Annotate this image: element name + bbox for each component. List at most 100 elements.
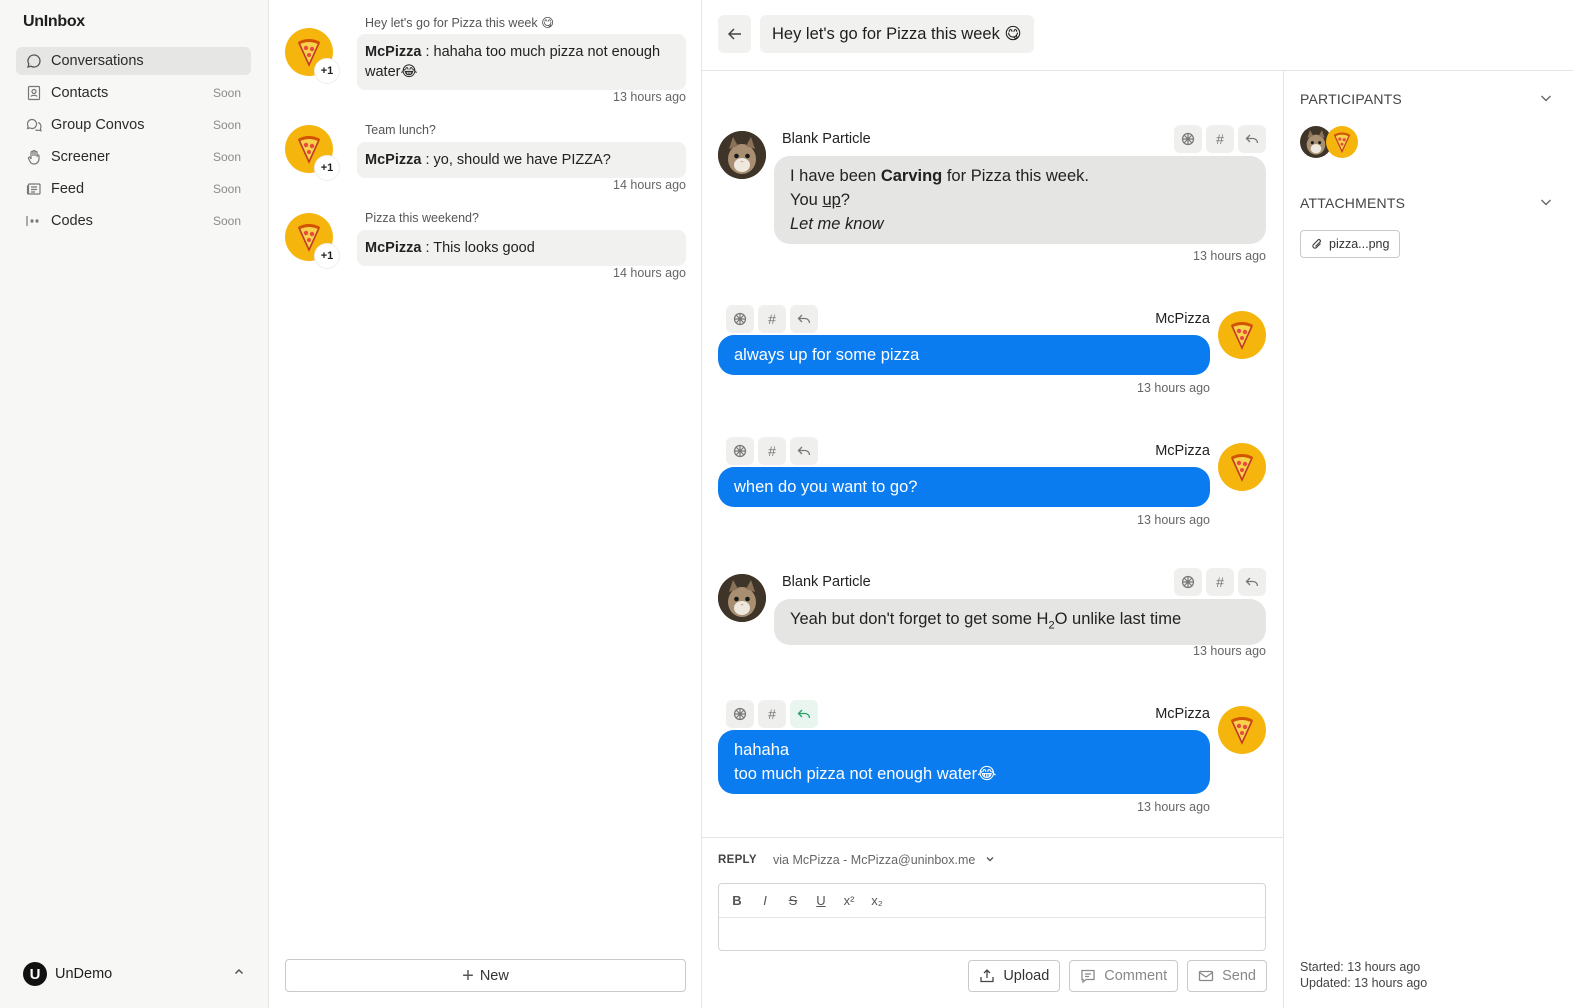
comment-label: Comment <box>1104 968 1168 984</box>
reply-button[interactable] <box>1238 125 1266 153</box>
chevron-down-icon[interactable] <box>1539 91 1553 110</box>
conversation-time: 14 hours ago <box>613 266 686 280</box>
tag-button[interactable]: # <box>758 305 786 333</box>
hash-icon: # <box>768 443 776 459</box>
add-reaction-button[interactable] <box>726 437 754 465</box>
reply-button[interactable] <box>790 305 818 333</box>
italic-button[interactable]: I <box>755 891 775 911</box>
reply-identity-select[interactable]: via McPizza - McPizza@uninbox.me <box>773 853 995 867</box>
message-time: 13 hours ago <box>1137 513 1210 527</box>
comment-button[interactable]: Comment <box>1069 960 1179 992</box>
reply-editor[interactable]: B I S U x² x₂ <box>718 883 1266 951</box>
participant-count-badge: +1 <box>315 59 339 83</box>
reply-icon <box>1245 134 1259 144</box>
conversation-item[interactable]: +1 Pizza this weekend? McPizza : This lo… <box>285 208 686 288</box>
plus-icon: + <box>462 964 474 987</box>
conversation-item[interactable]: +1 Team lunch? McPizza : yo, should we h… <box>285 120 686 200</box>
sidebar-item-codes[interactable]: Codes Soon <box>16 207 251 235</box>
message-time: 13 hours ago <box>1137 800 1210 814</box>
add-reaction-button[interactable] <box>726 700 754 728</box>
message-line: too much pizza not enough water😂 <box>734 765 997 783</box>
attachment-chip[interactable]: pizza...png <box>1300 230 1401 258</box>
soon-badge: Soon <box>212 118 241 132</box>
bold-button[interactable]: B <box>727 891 747 911</box>
conversation-preview: McPizza : hahaha too much pizza not enou… <box>357 34 686 90</box>
message-outgoing: # McPizza hahaha too much pizza not enou… <box>718 699 1266 819</box>
preview-text: yo, should we have PIZZA? <box>433 152 611 168</box>
reply-button[interactable] <box>1238 568 1266 596</box>
reply-icon <box>1245 577 1259 587</box>
bug-icon <box>733 312 747 326</box>
reply-button-active[interactable] <box>790 700 818 728</box>
soon-badge: Soon <box>212 86 241 100</box>
add-reaction-button[interactable] <box>1174 568 1202 596</box>
pizza-avatar <box>1218 706 1266 754</box>
underlined-text: up <box>822 191 841 209</box>
message-actions: # <box>726 305 818 333</box>
cat-avatar <box>718 131 766 179</box>
upload-button[interactable]: Upload <box>968 960 1061 992</box>
preview-author: McPizza <box>365 240 422 256</box>
bug-icon <box>733 444 747 458</box>
thread-pane: Blank Particle # I have been Carving for… <box>702 0 1283 1008</box>
preview-separator: : <box>421 44 434 60</box>
new-conversation-button[interactable]: + New <box>285 959 686 992</box>
strikethrough-button[interactable]: S <box>783 891 803 911</box>
sidebar-item-label: Screener <box>51 149 110 165</box>
pizza-avatar <box>1218 443 1266 491</box>
hash-icon: # <box>1216 131 1224 147</box>
participant-avatar-pizza[interactable] <box>1326 126 1358 158</box>
sidebar-item-group-convos[interactable]: Group Convos Soon <box>16 111 251 139</box>
sidebar-item-screener[interactable]: Screener Soon <box>16 143 251 171</box>
tag-button[interactable]: # <box>758 700 786 728</box>
bug-icon <box>1181 132 1195 146</box>
reply-composer: REPLY via McPizza - McPizza@uninbox.me B… <box>702 837 1283 1008</box>
add-reaction-button[interactable] <box>1174 125 1202 153</box>
bug-icon <box>1181 575 1195 589</box>
preview-author: McPizza <box>365 152 422 168</box>
pizza-icon <box>1230 454 1254 482</box>
message-bubble: when do you want to go? <box>718 467 1210 507</box>
org-name: UnDemo <box>55 966 113 982</box>
tag-button[interactable]: # <box>1206 568 1234 596</box>
subscript-button[interactable]: x₂ <box>867 891 887 911</box>
sender-name: Blank Particle <box>782 574 871 590</box>
reply-button[interactable] <box>790 437 818 465</box>
add-reaction-button[interactable] <box>726 305 754 333</box>
format-toolbar: B I S U x² x₂ <box>719 884 1265 918</box>
cat-avatar <box>718 574 766 622</box>
pizza-icon <box>1230 322 1254 350</box>
sidebar-item-conversations[interactable]: Conversations <box>16 47 251 75</box>
org-switcher[interactable]: U UnDemo <box>23 962 245 986</box>
chevron-down-icon[interactable] <box>1539 195 1553 214</box>
participants-title: PARTICIPANTS <box>1300 91 1402 107</box>
contact-card-icon <box>25 84 43 102</box>
tag-button[interactable]: # <box>1206 125 1234 153</box>
preview-author: McPizza <box>365 44 422 60</box>
text-span: ? <box>840 191 850 209</box>
sidebar-item-feed[interactable]: Feed Soon <box>16 175 251 203</box>
superscript-button[interactable]: x² <box>839 891 859 911</box>
reply-icon <box>797 709 811 719</box>
sidebar-item-contacts[interactable]: Contacts Soon <box>16 79 251 107</box>
sidebar-item-label: Codes <box>51 213 93 229</box>
sender-name: McPizza <box>1155 443 1210 459</box>
message-bubble: hahaha too much pizza not enough water😂 <box>718 730 1210 794</box>
message-outgoing: # McPizza when do you want to go? 13 hou… <box>718 436 1266 531</box>
org-logo: U <box>23 962 47 986</box>
text-span: O unlike last time <box>1054 610 1182 628</box>
underline-button[interactable]: U <box>811 891 831 911</box>
chevron-up-icon <box>233 965 245 983</box>
text-span: for Pizza this week. <box>942 167 1089 185</box>
chevron-down-icon <box>986 857 994 862</box>
send-button[interactable]: Send <box>1187 960 1267 992</box>
conversation-item[interactable]: +1 Hey let's go for Pizza this week 😋 Mc… <box>285 12 686 106</box>
sidebar-nav: Conversations Contacts Soon Group Convos… <box>16 47 251 239</box>
preview-separator: : <box>421 152 434 168</box>
hash-icon: # <box>768 311 776 327</box>
tag-button[interactable]: # <box>758 437 786 465</box>
sidebar-item-label: Feed <box>51 181 85 197</box>
hand-icon <box>25 148 43 166</box>
started-time: Started: 13 hours ago <box>1300 960 1421 974</box>
text-span: I have been <box>790 167 881 185</box>
